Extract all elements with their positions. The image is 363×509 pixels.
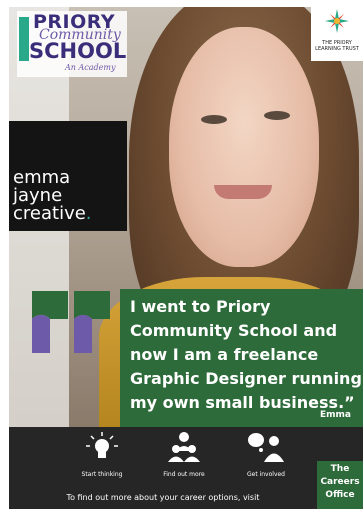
footer-item-start-thinking: Start thinking xyxy=(67,431,137,478)
brand-dot: . xyxy=(85,203,92,224)
careers-office-badge: The Careers Office xyxy=(317,461,363,509)
brand-line3-wrap: creative. xyxy=(13,205,92,223)
school-logo-line3: SCHOOL xyxy=(29,39,127,63)
trust-logo: THE PRIORY LEARNING TRUST xyxy=(311,7,363,61)
brand-logo: emma jayne creative. xyxy=(9,121,127,231)
face xyxy=(169,27,319,267)
school-logo-bar xyxy=(19,17,29,61)
careers-badge-line3: Office xyxy=(325,490,355,500)
footer-label-find-out-more: Find out more xyxy=(163,471,205,478)
brand-line3: creative xyxy=(13,203,86,224)
visit-text: To find out more about your career optio… xyxy=(66,493,260,502)
trust-name: THE PRIORY LEARNING TRUST xyxy=(315,40,359,52)
thought-bubble-icon xyxy=(248,433,284,462)
footer-label-start-thinking: Start thinking xyxy=(81,471,123,478)
quote-author: Emma xyxy=(320,410,351,420)
footer-item-find-out-more: Find out more xyxy=(149,431,219,478)
trust-star-icon xyxy=(325,9,349,33)
footer-item-get-involved: Get involved xyxy=(231,431,301,478)
careers-poster: PRIORY Community SCHOOL An Academy THE P… xyxy=(9,7,363,509)
school-logo: PRIORY Community SCHOOL An Academy xyxy=(17,11,127,77)
right-eye xyxy=(264,111,290,120)
careers-badge-line2: Careers xyxy=(320,477,360,487)
footer-label-get-involved: Get involved xyxy=(246,471,285,478)
smile xyxy=(214,185,272,199)
footer-bar: Start thinking Find out more Get involve… xyxy=(9,427,363,509)
school-logo-tagline: An Academy xyxy=(65,63,116,72)
quote-marks-icon xyxy=(32,291,110,353)
quote-text: I went to Priory Community School and no… xyxy=(130,297,362,412)
quote-box: I went to Priory Community School and no… xyxy=(120,289,363,429)
people-meeting-icon xyxy=(168,432,200,462)
careers-badge-line1: The xyxy=(330,464,350,474)
lightbulb-icon xyxy=(86,432,118,458)
left-eye xyxy=(201,115,227,124)
